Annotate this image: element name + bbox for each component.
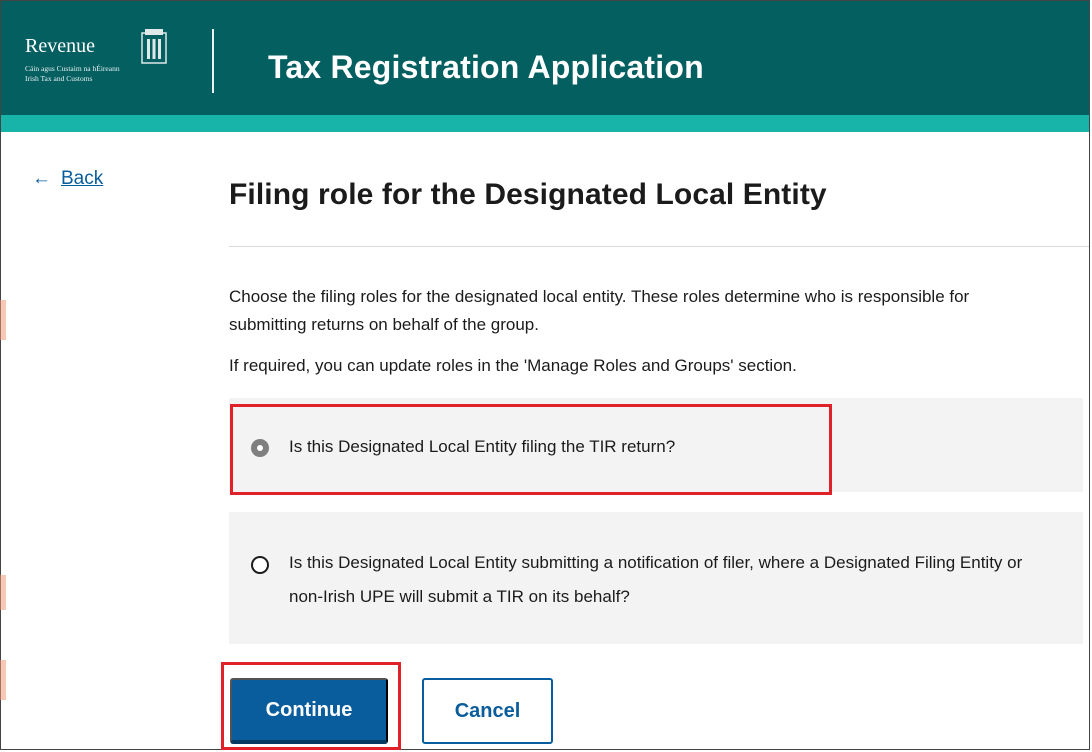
title-divider xyxy=(229,246,1089,247)
site-header: Revenue Cáin agus Custaim na hÉireann Ir… xyxy=(1,1,1089,115)
page-description: Choose the filing roles for the designat… xyxy=(229,287,970,334)
logo-wordmark: Revenue xyxy=(25,35,95,57)
header-accent-stripe xyxy=(1,115,1089,132)
radio-button-notification-of-filer[interactable] xyxy=(251,556,269,574)
app-title: Tax Registration Application xyxy=(268,49,704,85)
page-note: If required, you can update roles in the… xyxy=(229,356,797,375)
cancel-button[interactable]: Cancel xyxy=(422,678,553,744)
harp-icon xyxy=(141,29,167,64)
header-divider xyxy=(212,29,214,93)
back-label: Back xyxy=(61,168,104,189)
edge-mark xyxy=(0,660,6,700)
radio-label-notification-of-filer[interactable]: Is this Designated Local Entity submitti… xyxy=(289,546,1049,614)
logo-subtitle-english: Irish Tax and Customs xyxy=(25,74,93,83)
back-link[interactable]: ← Back xyxy=(32,168,103,190)
edge-mark xyxy=(0,300,6,340)
back-arrow-icon: ← xyxy=(32,168,51,189)
page-title: Filing role for the Designated Local Ent… xyxy=(229,178,827,211)
annotation-highlight-continue xyxy=(221,662,401,750)
logo-subtitle-irish: Cáin agus Custaim na hÉireann xyxy=(25,64,120,73)
revenue-logo[interactable]: Revenue Cáin agus Custaim na hÉireann Ir… xyxy=(25,27,185,103)
annotation-highlight-option xyxy=(230,404,832,495)
edge-mark xyxy=(0,575,6,610)
